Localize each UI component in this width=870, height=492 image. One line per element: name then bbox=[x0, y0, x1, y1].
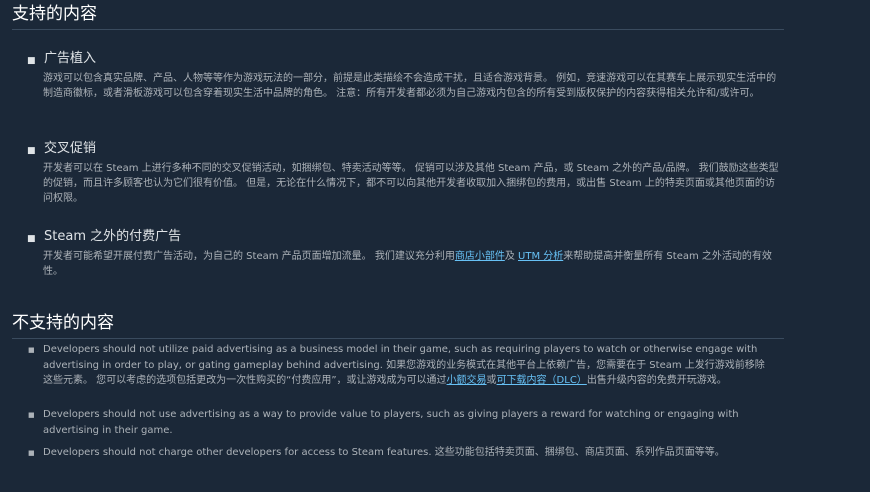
bullet-icon: ■ bbox=[28, 449, 35, 457]
item-body: 开发者可能希望开展付费广告活动，为自己的 Steam 产品页面增加流量。 我们建… bbox=[43, 249, 782, 279]
list-item: ■ Developers should not utilize paid adv… bbox=[28, 342, 772, 389]
list-item: ■ Developers should not charge other dev… bbox=[28, 445, 772, 461]
item-body-text: 开发者可能希望开展付费广告活动，为自己的 Steam 产品页面增加流量。 我们建… bbox=[43, 251, 455, 262]
page: 支持的内容 ■ 广告植入 游戏可以包含真实品牌、产品、人物等等作为游戏玩法的一部… bbox=[0, 0, 870, 492]
list-item-cross-promotion: ■ 交叉促销 开发者可以在 Steam 上进行多种不同的交叉促销活动，如捆绑包、… bbox=[27, 140, 782, 206]
bullet-icon: ■ bbox=[27, 56, 36, 66]
supported-content-section: 支持的内容 ■ 广告植入 游戏可以包含真实品牌、产品、人物等等作为游戏玩法的一部… bbox=[12, 3, 784, 277]
list-item-paid-advertising-outside-steam: ■ Steam 之外的付费广告 开发者可能希望开展付费广告活动，为自己的 Ste… bbox=[27, 228, 782, 279]
unsupported-content-section: 不支持的内容 ■ Developers should not utilize p… bbox=[12, 312, 784, 458]
dlc-link[interactable]: 可下载内容（DLC） bbox=[497, 375, 587, 386]
item-heading: Steam 之外的付费广告 bbox=[44, 229, 182, 244]
bullet-icon: ■ bbox=[27, 234, 36, 244]
item-text: Developers should not use advertising as… bbox=[43, 409, 739, 436]
item-body-text: 及 bbox=[504, 251, 519, 262]
bullet-icon: ■ bbox=[27, 146, 36, 156]
item-text-part: 或 bbox=[486, 375, 497, 386]
supported-content-title: 支持的内容 bbox=[12, 3, 784, 30]
item-heading: 交叉促销 bbox=[44, 141, 97, 156]
microtransactions-link[interactable]: 小额交易 bbox=[447, 375, 487, 386]
item-body: 游戏可以包含真实品牌、产品、人物等等作为游戏玩法的一部分，前提是此类描绘不会造成… bbox=[43, 73, 777, 99]
item-text: Developers should not utilize paid adver… bbox=[43, 342, 772, 389]
store-widget-link[interactable]: 商店小部件 bbox=[455, 251, 505, 262]
item-heading: 广告植入 bbox=[44, 51, 97, 66]
bullet-icon: ■ bbox=[28, 411, 35, 419]
list-item: ■ Developers should not use advertising … bbox=[28, 407, 772, 438]
item-body: 开发者可以在 Steam 上进行多种不同的交叉促销活动，如捆绑包、特卖活动等等。… bbox=[43, 163, 779, 204]
list-item-product-placement: ■ 广告植入 游戏可以包含真实品牌、产品、人物等等作为游戏玩法的一部分，前提是此… bbox=[27, 50, 782, 101]
item-text: Developers should not charge other devel… bbox=[43, 447, 725, 458]
unsupported-content-title: 不支持的内容 bbox=[12, 312, 784, 339]
utm-analytics-link[interactable]: UTM 分析 bbox=[518, 251, 563, 262]
bullet-icon: ■ bbox=[28, 346, 35, 354]
item-text-part: 出售升级内容的免费开玩游戏。 bbox=[586, 375, 727, 386]
